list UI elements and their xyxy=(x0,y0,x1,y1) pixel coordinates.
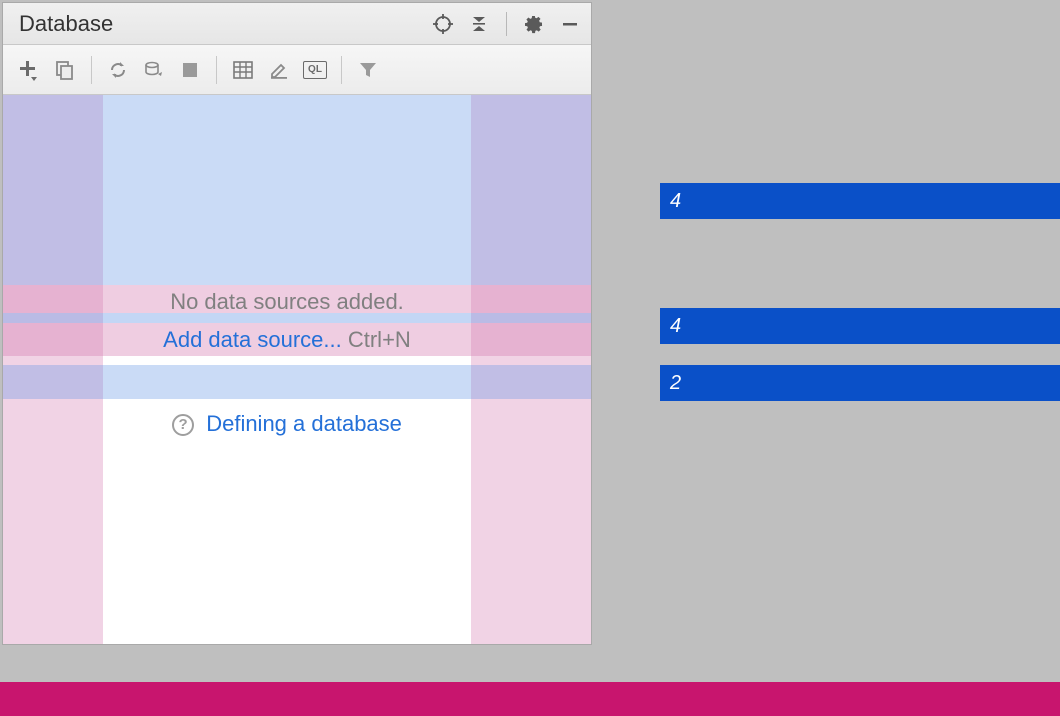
add-data-source-row: Add data source... Ctrl+N xyxy=(103,327,471,353)
bottom-stripe xyxy=(0,682,1060,716)
minimize-icon[interactable] xyxy=(559,13,581,35)
add-icon[interactable] xyxy=(15,56,43,84)
shortcut-label: Ctrl+N xyxy=(348,327,411,352)
separator xyxy=(91,56,92,84)
annotation-bar-2: 4 xyxy=(660,308,1060,344)
target-icon[interactable] xyxy=(432,13,454,35)
panel-title: Database xyxy=(19,11,432,37)
help-link[interactable]: Defining a database xyxy=(206,411,402,436)
highlight-overlay xyxy=(3,95,591,285)
annotation-bar-1: 4 xyxy=(660,183,1060,219)
annotation-value: 4 xyxy=(670,315,681,338)
add-data-source-link[interactable]: Add data source... xyxy=(163,327,342,352)
help-icon: ? xyxy=(172,414,194,436)
gear-icon[interactable] xyxy=(523,13,545,35)
ql-console-icon[interactable]: QL xyxy=(301,56,329,84)
database-tool-window: Database xyxy=(2,2,592,645)
stop-icon[interactable] xyxy=(176,56,204,84)
duplicate-icon[interactable] xyxy=(51,56,79,84)
ddl-sync-icon[interactable] xyxy=(140,56,168,84)
annotation-value: 4 xyxy=(670,190,681,213)
separator xyxy=(506,12,507,36)
table-icon[interactable] xyxy=(229,56,257,84)
toolbar: QL xyxy=(3,45,591,95)
header-icons xyxy=(432,12,581,36)
empty-message: No data sources added. xyxy=(103,289,471,315)
collapse-all-icon[interactable] xyxy=(468,13,490,35)
content-area: No data sources added. Add data source..… xyxy=(3,95,591,644)
separator xyxy=(216,56,217,84)
separator xyxy=(341,56,342,84)
filter-icon[interactable] xyxy=(354,56,382,84)
annotation-value: 2 xyxy=(670,372,681,395)
refresh-icon[interactable] xyxy=(104,56,132,84)
highlight-overlay xyxy=(3,365,591,399)
panel-header: Database xyxy=(3,3,591,45)
annotation-bar-3: 2 xyxy=(660,365,1060,401)
edit-icon[interactable] xyxy=(265,56,293,84)
help-row: ? Defining a database xyxy=(103,411,471,437)
